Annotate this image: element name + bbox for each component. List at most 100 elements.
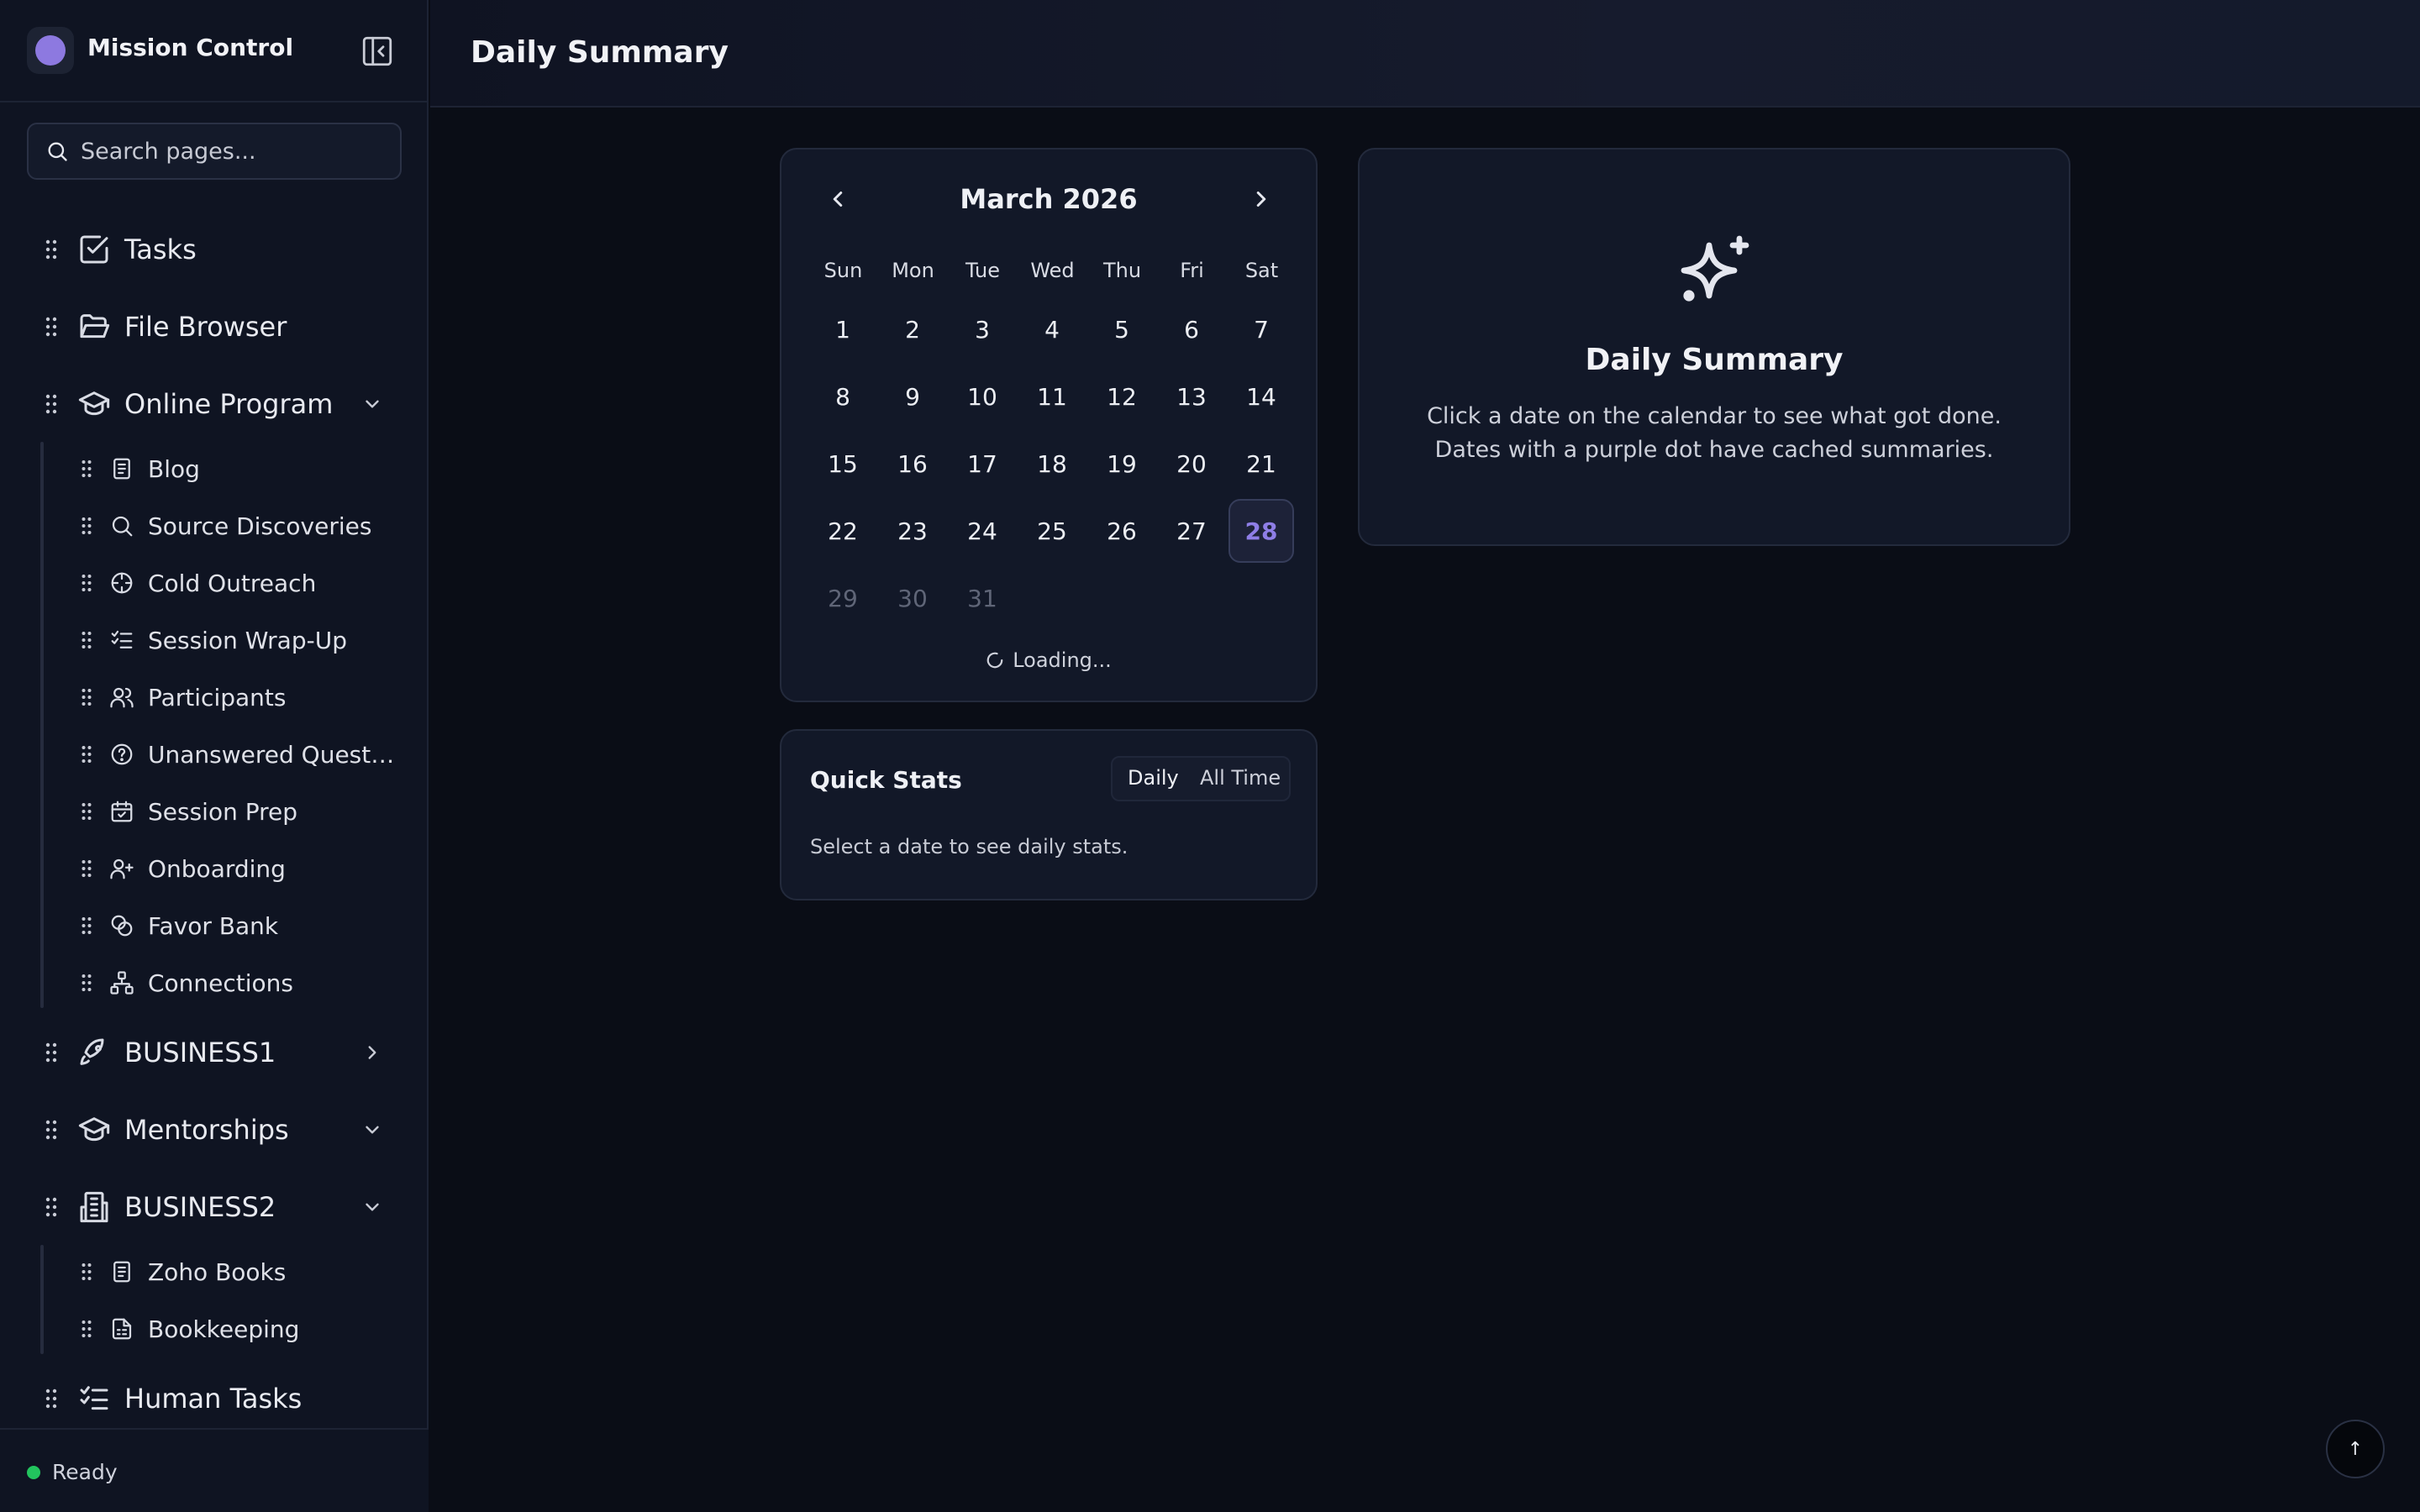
- calendar-day[interactable]: 7: [1228, 297, 1294, 361]
- calendar-day[interactable]: 23: [880, 499, 945, 563]
- calendar-day[interactable]: 5: [1089, 297, 1155, 361]
- calendar-day[interactable]: 25: [1019, 499, 1085, 563]
- drag-handle-icon[interactable]: [82, 859, 92, 878]
- chevron-right-icon[interactable]: [1249, 186, 1274, 212]
- drag-handle-icon[interactable]: [82, 517, 92, 535]
- loading-text: Loading...: [1013, 648, 1112, 672]
- calendar-day[interactable]: 3: [950, 297, 1015, 361]
- building-icon: [80, 1191, 108, 1223]
- search-input[interactable]: [81, 138, 383, 165]
- sidebar-subitem-session-wrap-up[interactable]: Session Wrap-Up: [0, 615, 429, 665]
- coins-icon: [111, 915, 133, 937]
- weekday-label: Sun: [823, 259, 863, 282]
- drag-handle-icon[interactable]: [45, 239, 57, 260]
- drag-handle-icon[interactable]: [82, 459, 92, 478]
- tab-daily[interactable]: Daily: [1128, 766, 1179, 790]
- calendar-day[interactable]: 31: [950, 566, 1015, 630]
- sidebar-subitem-onboarding[interactable]: Onboarding: [0, 843, 429, 894]
- drag-handle-icon[interactable]: [82, 574, 92, 592]
- drag-handle-icon[interactable]: [45, 1197, 57, 1217]
- daily-summary-card: Daily Summary Click a date on the calend…: [1358, 148, 2070, 546]
- calendar-day[interactable]: 29: [810, 566, 876, 630]
- calendar-day[interactable]: 2: [880, 297, 945, 361]
- sidebar-subitem-bookkeeping[interactable]: Bookkeeping: [0, 1304, 429, 1354]
- quick-stats-card: Quick Stats Daily All Time Select a date…: [780, 729, 1318, 900]
- calendar-day[interactable]: 9: [880, 365, 945, 428]
- drag-handle-icon[interactable]: [82, 916, 92, 935]
- sidebar-subitem-source-discoveries[interactable]: Source Discoveries: [0, 501, 429, 551]
- sidebar-subitem-unanswered-questions[interactable]: Unanswered Questio...: [0, 729, 429, 780]
- drag-handle-icon[interactable]: [45, 1042, 57, 1063]
- list-checks-icon: [111, 630, 133, 648]
- scroll-to-top-button[interactable]: ↑: [2326, 1420, 2385, 1478]
- sidebar-subitem-blog[interactable]: Blog: [0, 444, 429, 494]
- chevron-right-icon[interactable]: [361, 1042, 383, 1063]
- sidebar-subitem-connections[interactable]: Connections: [0, 958, 429, 1008]
- drag-handle-icon[interactable]: [82, 802, 92, 821]
- drag-handle-icon[interactable]: [82, 745, 92, 764]
- checkbox-icon: [80, 235, 108, 264]
- chevron-down-icon[interactable]: [361, 1119, 383, 1141]
- calendar-day[interactable]: 15: [810, 432, 876, 496]
- logo-dot: [35, 35, 66, 66]
- collapse-sidebar-button[interactable]: [360, 34, 395, 69]
- sidebar-subitem-participants[interactable]: Participants: [0, 672, 429, 722]
- calendar-day[interactable]: 16: [880, 432, 945, 496]
- drag-handle-icon[interactable]: [82, 974, 92, 992]
- search-box[interactable]: [27, 123, 402, 180]
- drag-handle-icon[interactable]: [45, 394, 57, 414]
- sidebar-subitem-favor-bank[interactable]: Favor Bank: [0, 900, 429, 951]
- calendar-day[interactable]: 30: [880, 566, 945, 630]
- drag-handle-icon[interactable]: [82, 1263, 92, 1281]
- calendar-day[interactable]: 8: [810, 365, 876, 428]
- calendar-day[interactable]: 12: [1089, 365, 1155, 428]
- sidebar-subitem-label: Onboarding: [148, 854, 286, 883]
- search-icon: [112, 516, 133, 537]
- summary-line-1: Click a date on the calendar to see what…: [1427, 403, 2002, 429]
- chevron-down-icon[interactable]: [361, 1196, 383, 1218]
- chevron-down-icon[interactable]: [361, 393, 383, 415]
- weekday-label: Sat: [1244, 259, 1279, 282]
- calendar-day[interactable]: 17: [950, 432, 1015, 496]
- tab-all-time[interactable]: All Time: [1200, 766, 1281, 790]
- calendar-day[interactable]: 10: [950, 365, 1015, 428]
- sidebar-item-mentorships[interactable]: Mentorships: [0, 1100, 429, 1159]
- sidebar-item-business1[interactable]: BUSINESS1: [0, 1023, 429, 1082]
- calendar-day[interactable]: 22: [810, 499, 876, 563]
- calendar-day[interactable]: 21: [1228, 432, 1294, 496]
- sidebar-item-business2[interactable]: BUSINESS2: [0, 1178, 429, 1236]
- calendar-day[interactable]: 20: [1159, 432, 1224, 496]
- calendar-day[interactable]: 26: [1089, 499, 1155, 563]
- calendar-day[interactable]: 4: [1019, 297, 1085, 361]
- calendar-day[interactable]: 13: [1159, 365, 1224, 428]
- status-indicator: [27, 1466, 40, 1479]
- drag-handle-icon[interactable]: [45, 317, 57, 337]
- calendar-day[interactable]: 19: [1089, 432, 1155, 496]
- drag-handle-icon[interactable]: [82, 688, 92, 706]
- calendar-day[interactable]: 14: [1228, 365, 1294, 428]
- calendar-day[interactable]: 1: [810, 297, 876, 361]
- calendar-day[interactable]: 11: [1019, 365, 1085, 428]
- calendar-day[interactable]: 18: [1019, 432, 1085, 496]
- drag-handle-icon[interactable]: [82, 1320, 92, 1338]
- sidebar-subitem-label: Source Discoveries: [148, 512, 372, 540]
- sidebar-subitem-session-prep[interactable]: Session Prep: [0, 786, 429, 837]
- drag-handle-icon[interactable]: [45, 1389, 57, 1409]
- sidebar-item-file-browser[interactable]: File Browser: [0, 297, 429, 356]
- drag-handle-icon[interactable]: [82, 631, 92, 649]
- list-checks-icon: [80, 1386, 108, 1410]
- calendar-day-selected[interactable]: 28: [1228, 499, 1294, 563]
- calendar-day[interactable]: 6: [1159, 297, 1224, 361]
- sidebar-item-tasks[interactable]: Tasks: [0, 220, 429, 279]
- calendar-day[interactable]: 27: [1159, 499, 1224, 563]
- sidebar-item-human-tasks[interactable]: Human Tasks: [0, 1369, 429, 1428]
- drag-handle-icon[interactable]: [45, 1120, 57, 1140]
- sidebar-subitem-zoho-books[interactable]: Zoho Books: [0, 1247, 429, 1297]
- crosshair-icon: [111, 572, 133, 594]
- sidebar-subitem-label: Unanswered Questio...: [148, 740, 400, 769]
- calendar-day[interactable]: 24: [950, 499, 1015, 563]
- sidebar-subitem-cold-outreach[interactable]: Cold Outreach: [0, 558, 429, 608]
- sidebar-item-online-program[interactable]: Online Program: [0, 375, 429, 433]
- sidebar-item-label: File Browser: [124, 311, 287, 343]
- sidebar-subitem-label: Favor Bank: [148, 911, 279, 940]
